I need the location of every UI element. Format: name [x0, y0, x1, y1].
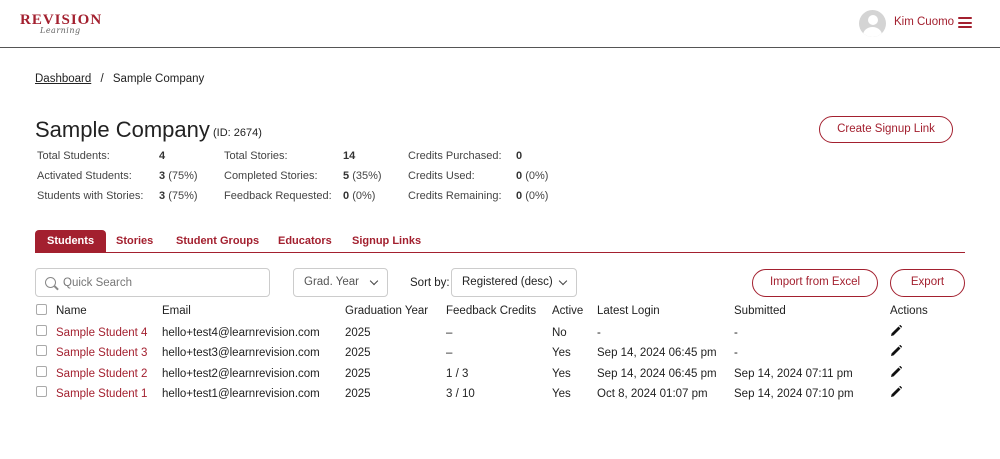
student-name-link[interactable]: Sample Student 3 — [56, 347, 147, 359]
select-all-checkbox[interactable] — [36, 304, 47, 315]
stat-credits-remaining-value: 0 (0%) — [516, 190, 549, 202]
row-checkbox[interactable] — [36, 325, 47, 336]
student-submitted: - — [734, 347, 738, 359]
student-feedback-credits: 3 / 10 — [446, 388, 475, 400]
column-header-latest-login[interactable]: Latest Login — [597, 305, 660, 317]
student-submitted: Sep 14, 2024 07:11 pm — [734, 368, 853, 380]
chevron-down-icon — [369, 276, 379, 286]
student-feedback-credits: – — [446, 347, 453, 359]
column-header-name[interactable]: Name — [56, 305, 87, 317]
student-feedback-credits: 1 / 3 — [446, 368, 469, 380]
row-checkbox[interactable] — [36, 386, 47, 397]
student-grad-year: 2025 — [345, 368, 371, 380]
student-grad-year: 2025 — [345, 347, 371, 359]
student-grad-year: 2025 — [345, 388, 371, 400]
grad-year-select-value: Grad. Year — [304, 276, 359, 288]
student-submitted: Sep 14, 2024 07:10 pm — [734, 388, 854, 400]
create-signup-link-button[interactable]: Create Signup Link — [819, 116, 953, 143]
stat-credits-remaining-label: Credits Remaining: — [408, 190, 502, 202]
logo-sub-text: Learning — [40, 26, 81, 35]
stat-completed-value: 5 (35%) — [343, 170, 382, 182]
column-header-email[interactable]: Email — [162, 305, 191, 317]
top-bar: REVISION Learning Kim Cuomo — [0, 0, 1000, 48]
student-name-link[interactable]: Sample Student 1 — [56, 388, 147, 400]
stat-feedback-label: Feedback Requested: — [224, 190, 332, 202]
stat-credits-used-value: 0 (0%) — [516, 170, 549, 182]
column-header-graduation-year[interactable]: Graduation Year — [345, 305, 428, 317]
student-email: hello+test2@learnrevision.com — [162, 368, 320, 380]
column-header-active[interactable]: Active — [552, 305, 583, 317]
student-name-link[interactable]: Sample Student 2 — [56, 368, 147, 380]
sort-by-label: Sort by: — [410, 277, 450, 289]
student-name-link[interactable]: Sample Student 4 — [56, 327, 147, 339]
tab-signup-links[interactable]: Signup Links — [352, 235, 421, 247]
tab-educators[interactable]: Educators — [278, 235, 332, 247]
stat-credits-purchased-label: Credits Purchased: — [408, 150, 502, 162]
stat-feedback-value: 0 (0%) — [343, 190, 376, 202]
stat-total-stories-label: Total Stories: — [224, 150, 288, 162]
student-grad-year: 2025 — [345, 327, 371, 339]
student-email: hello+test3@learnrevision.com — [162, 347, 320, 359]
edit-pencil-icon[interactable] — [890, 366, 902, 378]
stat-activated-label: Activated Students: — [37, 170, 132, 182]
hamburger-menu-icon[interactable] — [958, 17, 972, 28]
stat-total-students-value: 4 — [159, 150, 166, 162]
column-header-feedback-credits[interactable]: Feedback Credits — [446, 305, 536, 317]
stat-total-stories-value: 14 — [343, 150, 356, 162]
import-excel-button[interactable]: Import from Excel — [752, 269, 878, 297]
student-active: Yes — [552, 347, 571, 359]
stat-credits-used-label: Credits Used: — [408, 170, 475, 182]
breadcrumb-dashboard-link[interactable]: Dashboard — [35, 73, 91, 85]
edit-pencil-icon[interactable] — [890, 325, 902, 337]
student-latest-login: Oct 8, 2024 01:07 pm — [597, 388, 708, 400]
stat-credits-purchased-value: 0 — [516, 150, 523, 162]
edit-pencil-icon[interactable] — [890, 386, 902, 398]
student-email: hello+test4@learnrevision.com — [162, 327, 320, 339]
sort-select[interactable]: Registered (desc) — [451, 268, 577, 297]
student-latest-login: Sep 14, 2024 06:45 pm — [597, 368, 717, 380]
student-email: hello+test1@learnrevision.com — [162, 388, 320, 400]
column-header-actions: Actions — [890, 305, 928, 317]
quick-search — [35, 268, 270, 297]
company-id: (ID: 2674) — [213, 127, 262, 139]
student-active: No — [552, 327, 567, 339]
tabs-divider — [35, 252, 965, 253]
student-feedback-credits: – — [446, 327, 453, 339]
stat-with-stories-label: Students with Stories: — [37, 190, 144, 202]
student-submitted: - — [734, 327, 738, 339]
stat-activated-value: 3 (75%) — [159, 170, 198, 182]
breadcrumb-separator: / — [100, 73, 104, 85]
tab-stories[interactable]: Stories — [116, 235, 153, 247]
tab-students[interactable]: Students — [35, 230, 107, 253]
student-latest-login: Sep 14, 2024 06:45 pm — [597, 347, 717, 359]
breadcrumb: Dashboard / Sample Company — [35, 73, 204, 85]
row-checkbox[interactable] — [36, 366, 47, 377]
stat-with-stories-value: 3 (75%) — [159, 190, 198, 202]
row-checkbox[interactable] — [36, 345, 47, 356]
student-active: Yes — [552, 388, 571, 400]
search-input[interactable] — [63, 274, 263, 292]
avatar[interactable] — [859, 10, 886, 37]
stat-completed-label: Completed Stories: — [224, 170, 318, 182]
student-latest-login: - — [597, 327, 601, 339]
sort-select-value: Registered (desc) — [462, 276, 553, 288]
revision-logo[interactable]: REVISION Learning — [20, 12, 110, 40]
search-icon — [45, 277, 56, 288]
student-active: Yes — [552, 368, 571, 380]
column-header-submitted[interactable]: Submitted — [734, 305, 786, 317]
page-title: Sample Company — [35, 117, 210, 142]
tab-student-groups[interactable]: Student Groups — [176, 235, 259, 247]
grad-year-select[interactable]: Grad. Year — [293, 268, 388, 297]
user-name[interactable]: Kim Cuomo — [894, 16, 954, 28]
edit-pencil-icon[interactable] — [890, 345, 902, 357]
chevron-down-icon — [558, 276, 568, 286]
export-button[interactable]: Export — [890, 269, 965, 297]
breadcrumb-current: Sample Company — [112, 73, 205, 85]
stat-total-students-label: Total Students: — [37, 150, 110, 162]
